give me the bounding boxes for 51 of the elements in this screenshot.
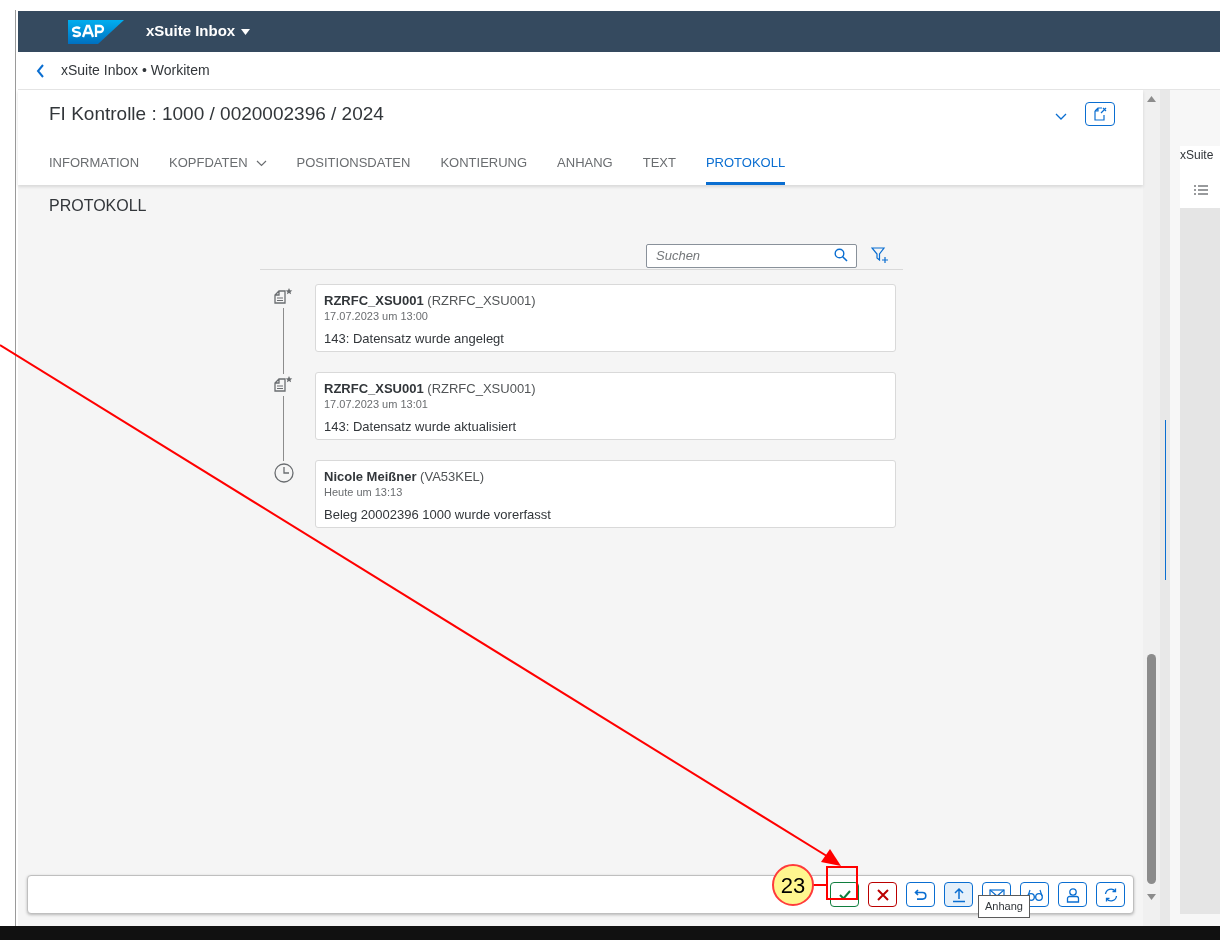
- user-id: (RZRFC_XSU001): [427, 381, 536, 396]
- timestamp: 17.07.2023 um 13:00: [324, 309, 429, 323]
- tab[interactable]: KONTIERUNG: [440, 138, 528, 185]
- side-panel-title: xSuite: [1180, 147, 1215, 164]
- author-name: RZRFC_XSU001: [324, 381, 424, 396]
- search-field[interactable]: Suchen: [646, 243, 857, 268]
- scrollbar-thumb[interactable]: [1147, 654, 1156, 884]
- user-button[interactable]: [1058, 882, 1087, 907]
- glasses-icon: [1025, 888, 1044, 901]
- tab[interactable]: POSITIONSDATEN: [296, 138, 411, 185]
- tooltip: Anhang: [978, 895, 1030, 918]
- return-arrow-icon: [913, 887, 928, 902]
- timestamp: 17.07.2023 um 13:01: [324, 397, 429, 411]
- upload-icon: [951, 886, 966, 903]
- author-name: RZRFC_XSU001: [324, 293, 424, 308]
- refresh-button[interactable]: [1096, 882, 1125, 907]
- person-icon: [1065, 886, 1080, 903]
- highlight-frame: [826, 866, 858, 900]
- app-title-menu[interactable]: xSuite Inbox: [146, 20, 251, 43]
- scroll-down-icon[interactable]: [1147, 894, 1156, 900]
- log-message: 143: Datensatz wurde aktualisiert: [324, 418, 518, 436]
- caret-down-icon: [241, 28, 251, 35]
- user-id: (VA53KEL): [420, 469, 485, 484]
- section-title: PROTOKOLL: [49, 197, 147, 214]
- clock-icon: [273, 462, 295, 484]
- tab[interactable]: PROTOKOLL: [705, 138, 786, 185]
- tab[interactable]: ANHANG: [557, 138, 613, 185]
- search-icon[interactable]: [834, 248, 848, 262]
- breadcrumb-text: xSuite Inbox • Workitem: [61, 61, 210, 80]
- list-icon[interactable]: [1194, 184, 1208, 196]
- filter-add-icon[interactable]: [871, 246, 889, 264]
- back-icon[interactable]: [36, 63, 45, 78]
- refresh-icon: [1102, 886, 1119, 903]
- tab[interactable]: INFORMATION: [49, 138, 140, 185]
- object-title: FI Kontrolle : 1000 / 0020002396 / 2024: [49, 101, 384, 126]
- log-message: 143: Datensatz wurde angelegt: [324, 330, 505, 348]
- logo-icon: [68, 19, 124, 44]
- return-button[interactable]: [906, 882, 935, 907]
- pin-header-button[interactable]: [1085, 102, 1115, 126]
- author-name: Nicole Meißner: [324, 469, 417, 484]
- reject-button[interactable]: [868, 882, 897, 907]
- tab[interactable]: TEXT: [642, 138, 676, 185]
- timestamp: Heute um 13:13: [324, 485, 404, 499]
- user-id: (RZRFC_XSU001): [427, 293, 536, 308]
- pin-document-icon: [1092, 106, 1108, 122]
- upload-button[interactable]: [944, 882, 973, 907]
- tab[interactable]: KOPFDATEN: [169, 138, 267, 185]
- chevron-down-icon[interactable]: [1055, 113, 1067, 121]
- scroll-up-icon[interactable]: [1147, 96, 1156, 102]
- log-message: Beleg 20002396 1000 wurde vorerfasst: [324, 506, 552, 524]
- cross-icon: [876, 888, 889, 901]
